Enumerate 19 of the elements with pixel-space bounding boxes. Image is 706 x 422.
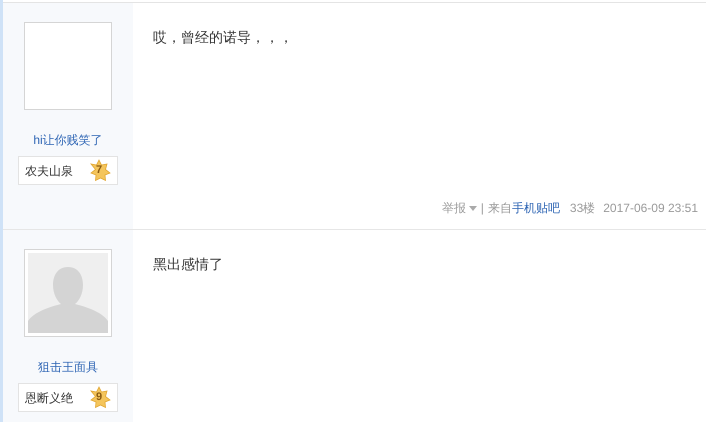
avatar[interactable] (24, 249, 112, 337)
separator: | (480, 200, 484, 217)
avatar[interactable] (24, 22, 112, 110)
post-time: 2017-06-09 23:51 (603, 200, 698, 217)
level-number: 9 (96, 392, 102, 403)
floor-number: 33楼 (570, 200, 596, 217)
badge-title: 农夫山泉 (25, 162, 73, 180)
username-link[interactable]: hi让你贱笑了 (33, 131, 103, 149)
caret-icon (468, 206, 477, 210)
level-number: 7 (96, 165, 102, 176)
source-prefix: 来自 (488, 200, 512, 217)
post-content: 哎，曾经的诺导，，， (153, 28, 294, 47)
person-silhouette-icon (28, 253, 108, 333)
post-content: 黑出感情了 (153, 255, 224, 274)
member-badge[interactable]: 恩断义绝 9 (18, 383, 118, 412)
member-badge[interactable]: 农夫山泉 7 (18, 156, 118, 185)
source-link[interactable]: 手机贴吧 (512, 199, 560, 217)
username-link[interactable]: 狙击王面具 (38, 358, 98, 376)
badge-title: 恩断义绝 (25, 390, 73, 406)
